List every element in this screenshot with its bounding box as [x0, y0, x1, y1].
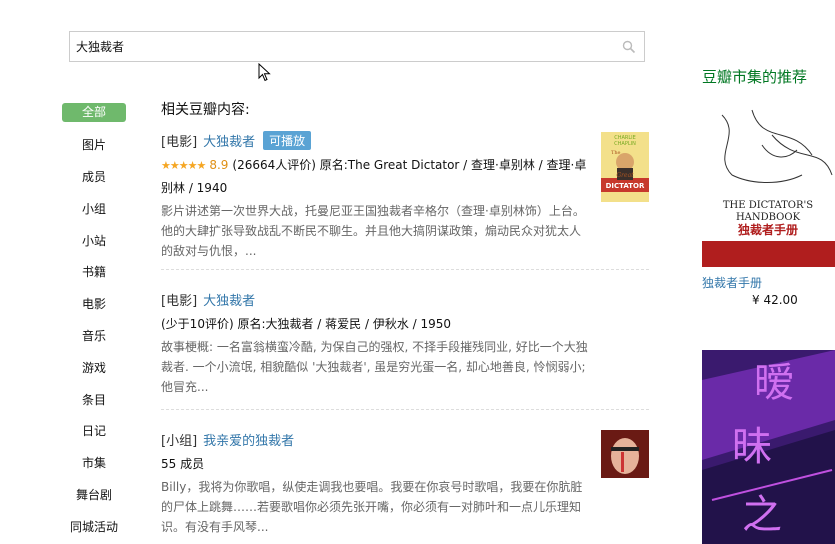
sidebar-item-market[interactable]: 市集 [62, 447, 126, 479]
sidebar-item-label: 书籍 [81, 265, 106, 280]
rating-value: 8.9 [209, 158, 229, 172]
sidebar-item-sites[interactable]: 小站 [62, 224, 126, 256]
search-icon[interactable] [622, 40, 636, 54]
result-title-row: [小组] 我亲爱的独裁者 [161, 430, 649, 449]
sidebar-item-movies[interactable]: 电影 [62, 288, 126, 320]
rating-stars-icon: ★★★★★ [161, 159, 206, 172]
poster-text-line: Great [616, 172, 634, 179]
result-meta: 55 成员 [161, 457, 205, 471]
poster-text-line: CHAPLIN [614, 141, 636, 147]
category-sidebar: 全部 图片 成员 小组 小站 书籍 电影 音乐 游戏 条目 日记 市集 舞台剧 … [62, 97, 126, 542]
sidebar-item-label: 图片 [81, 138, 106, 153]
poster-text-line: The [611, 150, 621, 156]
sidebar-item-label: 全部 [62, 103, 126, 123]
sidebar-item-label: 音乐 [81, 328, 106, 343]
sidebar-item-diary[interactable]: 日记 [62, 415, 126, 447]
sidebar-item-label: 游戏 [81, 360, 106, 375]
result-title-row: [电影] 大独裁者 [161, 290, 649, 309]
result-type: [电影] [161, 294, 198, 309]
sidebar-item-games[interactable]: 游戏 [62, 351, 126, 383]
sidebar-item-entries[interactable]: 条目 [62, 383, 126, 415]
sidebar-item-label: 成员 [81, 169, 106, 184]
sidebar-item-label: 电影 [81, 297, 106, 312]
result-item: [小组] 我亲爱的独裁者 55 成员 Billy，我将为你歌唱，纵使走调我也要唱… [161, 430, 649, 537]
book-cover-image[interactable]: 暧 昧 之 [702, 350, 835, 544]
result-title-link[interactable]: 我亲爱的独裁者 [203, 430, 294, 449]
recommend-item-price: ¥ 42.00 [752, 293, 798, 307]
sidebar-item-members[interactable]: 成员 [62, 161, 126, 193]
sidebar-item-label: 日记 [81, 424, 106, 439]
sidebar-item-images[interactable]: 图片 [62, 129, 126, 161]
sidebar-item-groups[interactable]: 小组 [62, 192, 126, 224]
result-meta: ★★★★★ 8.9 (26664人评价) 原名:The Great Dictator… [161, 154, 591, 199]
group-avatar-thumbnail[interactable] [601, 430, 649, 478]
book-cover-image[interactable]: THE DICTATOR'S HANDBOOK 独裁者手册 [702, 105, 835, 267]
result-item: [电影] 大独裁者 可播放 ★★★★★ 8.9 (26664人评价) 原名:The … [161, 131, 649, 261]
sidebar-item-stage[interactable]: 舞台剧 [62, 479, 126, 511]
book-cover-text: 暧 [754, 360, 794, 406]
result-title-link[interactable]: 大独裁者 [203, 131, 255, 150]
search-input[interactable] [70, 32, 644, 61]
result-divider [161, 409, 649, 410]
result-meta: (少于10评价) 原名:大独裁者 / 蒋爱民 / 伊秋水 / 1950 [161, 317, 452, 331]
book-cover-text: 独裁者手册 [737, 222, 798, 237]
playable-badge[interactable]: 可播放 [263, 131, 312, 150]
result-item: [电影] 大独裁者 (少于10评价) 原名:大独裁者 / 蒋爱民 / 伊秋水 /… [161, 290, 649, 397]
sidebar-item-events[interactable]: 同城活动 [62, 510, 126, 542]
sidebar-item-books[interactable]: 书籍 [62, 256, 126, 288]
book-cover-text: 昧 [732, 424, 772, 470]
movie-poster-thumbnail[interactable]: CHARLIE CHAPLIN The Great DICTATOR [601, 132, 649, 202]
book-cover-text: 之 [742, 492, 782, 538]
result-type: [电影] [161, 135, 198, 150]
result-description: Billy，我将为你歌唱，纵使走调我也要唱。我要在你哀号时歌唱，我要在你肮脏的尸… [161, 480, 583, 534]
recommend-item-title[interactable]: 独裁者手册 [702, 274, 762, 291]
sidebar-item-label: 同城活动 [69, 519, 118, 534]
sidebar-item-music[interactable]: 音乐 [62, 320, 126, 352]
sidebar-item-label: 小站 [81, 233, 106, 248]
result-type: [小组] [161, 434, 198, 449]
search-box[interactable] [69, 31, 645, 62]
sidebar-item-all[interactable]: 全部 [62, 97, 126, 129]
result-description: 故事梗概: 一名富翁横蛮冷酷, 为保自己的强权, 不择手段摧残同业, 好比一个大… [161, 340, 588, 394]
sidebar-item-label: 小组 [81, 201, 106, 216]
sidebar-item-label: 条目 [81, 392, 106, 407]
mouse-cursor-icon [258, 63, 271, 82]
result-title-link[interactable]: 大独裁者 [203, 290, 255, 309]
sidebar-item-label: 舞台剧 [75, 487, 112, 502]
result-description: 影片讲述第一次世界大战，托曼尼亚王国独裁者辛格尔（查理·卓别林饰）上台。他的大肆… [161, 204, 585, 258]
result-title-row: [电影] 大独裁者 可播放 [161, 131, 649, 150]
book-cover-text: HANDBOOK [736, 212, 801, 223]
results-heading: 相关豆瓣内容: [161, 102, 250, 118]
sidebar-item-label: 市集 [81, 456, 106, 471]
result-divider [161, 269, 649, 270]
market-recommend-title: 豆瓣市集的推荐 [702, 68, 808, 86]
poster-text-line: DICTATOR [606, 182, 645, 190]
book-cover-text: THE DICTATOR'S [723, 200, 813, 211]
